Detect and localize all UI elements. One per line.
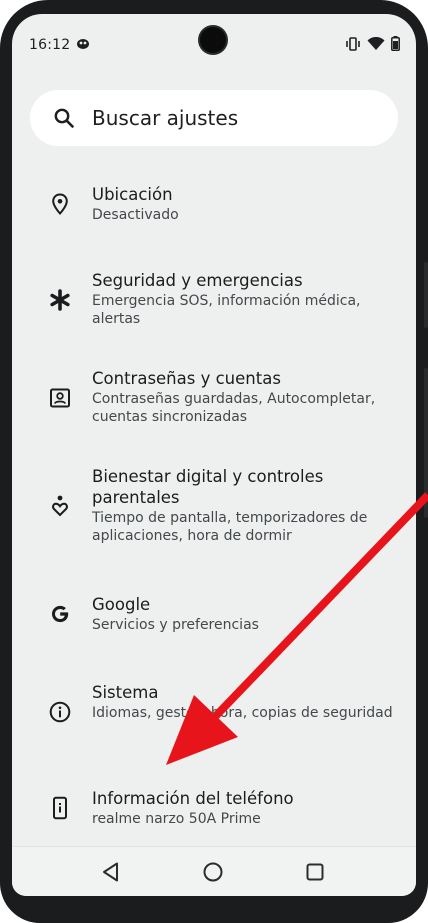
- notification-bubble-icon: [77, 39, 89, 49]
- settings-item-system[interactable]: Sistema Idiomas, gestos, hora, copias de…: [12, 672, 416, 746]
- battery-icon: [391, 36, 400, 51]
- settings-item-text: Seguridad y emergencias Emergencia SOS, …: [92, 270, 402, 328]
- vibrate-icon: [346, 36, 360, 51]
- phone-frame: 16:12 Buscar ajustes Ubicación Desactiva…: [0, 0, 428, 923]
- settings-item-subtitle: Tiempo de pantalla, temporizadores de ap…: [92, 510, 368, 544]
- settings-item-title: Ubicación: [92, 185, 173, 204]
- settings-item-title: Google: [92, 595, 151, 614]
- settings-item-subtitle: Desactivado: [92, 207, 179, 223]
- back-icon[interactable]: [100, 861, 122, 883]
- info-circle-icon: [49, 701, 71, 723]
- search-placeholder: Buscar ajustes: [92, 106, 239, 130]
- wellbeing-heart-icon: [52, 495, 68, 517]
- settings-item-title: Sistema: [92, 683, 159, 702]
- home-icon[interactable]: [202, 861, 224, 883]
- settings-item-title: Información del teléfono: [92, 789, 294, 808]
- settings-item-text: Contraseñas y cuentas Contraseñas guarda…: [92, 368, 402, 426]
- phone-info-icon: [53, 796, 67, 820]
- volume-button: [424, 262, 428, 328]
- settings-item-text: Ubicación Desactivado: [92, 184, 402, 224]
- settings-item-location[interactable]: Ubicación Desactivado: [12, 174, 416, 234]
- settings-item-text: Google Servicios y preferencias: [92, 594, 402, 634]
- settings-item-title: Bienestar digital y controles parentales: [92, 467, 324, 507]
- settings-item-subtitle: Servicios y preferencias: [92, 617, 259, 633]
- settings-item-wellbeing[interactable]: Bienestar digital y controles parentales…: [12, 456, 416, 550]
- settings-item-subtitle: Emergencia SOS, información médica, aler…: [92, 293, 361, 327]
- google-g-icon: [52, 605, 69, 623]
- status-bar: 16:12: [12, 14, 416, 54]
- settings-item-text: Sistema Idiomas, gestos, hora, copias de…: [92, 682, 402, 722]
- settings-screen: 16:12 Buscar ajustes Ubicación Desactiva…: [12, 14, 416, 896]
- settings-item-accounts[interactable]: Contraseñas y cuentas Contraseñas guarda…: [12, 358, 416, 432]
- search-icon: [54, 108, 74, 128]
- recents-icon[interactable]: [304, 861, 326, 883]
- settings-item-subtitle: realme narzo 50A Prime: [92, 811, 261, 827]
- settings-item-google[interactable]: Google Servicios y preferencias: [12, 584, 416, 644]
- wifi-icon: [367, 36, 385, 50]
- settings-item-subtitle: Contraseñas guardadas, Autocompletar, cu…: [92, 391, 376, 425]
- settings-item-text: Bienestar digital y controles parentales…: [92, 466, 402, 545]
- status-time: 16:12: [29, 37, 71, 53]
- settings-item-safety[interactable]: Seguridad y emergencias Emergencia SOS, …: [12, 260, 416, 334]
- settings-item-title: Contraseñas y cuentas: [92, 369, 281, 388]
- account-box-icon: [50, 388, 70, 408]
- settings-item-title: Seguridad y emergencias: [92, 271, 303, 290]
- settings-item-text: Información del teléfono realme narzo 50…: [92, 788, 402, 828]
- settings-item-subtitle: Idiomas, gestos, hora, copias de segurid…: [92, 705, 393, 721]
- navigation-bar: [12, 846, 416, 896]
- front-camera: [200, 27, 226, 53]
- asterisk-icon: [50, 289, 70, 311]
- settings-item-about-phone[interactable]: Información del teléfono realme narzo 50…: [12, 778, 416, 838]
- status-icons: [345, 36, 400, 51]
- location-pin-icon: [52, 193, 68, 215]
- search-bar[interactable]: Buscar ajustes: [30, 90, 398, 146]
- power-button: [424, 368, 428, 518]
